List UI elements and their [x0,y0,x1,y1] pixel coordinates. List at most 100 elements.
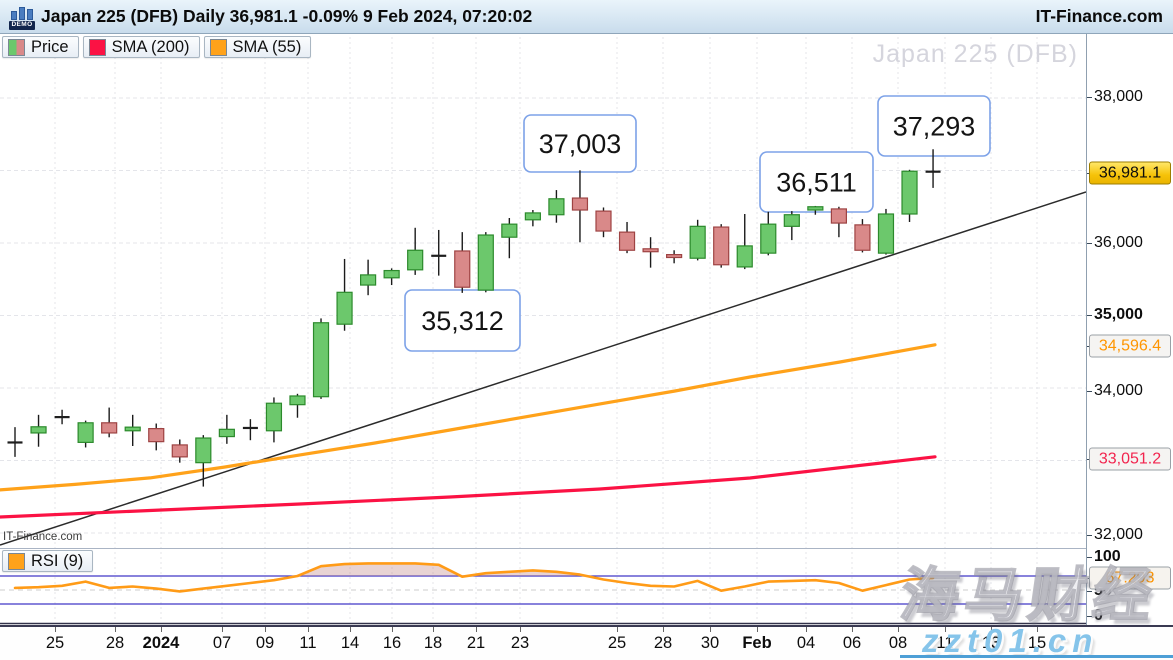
candle-up-body[interactable] [290,396,305,405]
legend-sma55[interactable]: SMA (55) [204,36,312,58]
candle-up-body[interactable] [690,226,705,258]
current-price-box: 36,981.1 [1089,162,1171,185]
candle-up-body[interactable] [478,235,493,290]
legend-rsi[interactable]: RSI (9) [2,550,93,572]
candle-up-body[interactable] [525,213,540,220]
axis-tick [1087,535,1092,536]
time-axis-tick [806,627,807,632]
price-swatch-icon [8,39,25,56]
candle-up-body[interactable] [361,275,376,285]
candle-up-body[interactable] [878,214,893,253]
legend-row: Price SMA (200) SMA (55) [2,36,311,58]
legend-price-label: Price [31,38,69,57]
candle-up-body[interactable] [78,423,93,443]
candle-up-body[interactable] [384,271,399,278]
candle-down-body[interactable] [667,255,682,258]
candle-up-body[interactable] [31,427,46,433]
axis-tick [1087,315,1092,316]
candle-up-body[interactable] [266,403,281,431]
candle-doji-body[interactable] [8,441,23,443]
mini-candles-icon [11,7,33,20]
annotation-label: 37,293 [893,112,976,142]
candle-up-body[interactable] [761,224,776,253]
time-axis-label: 28 [654,634,672,653]
legend-price[interactable]: Price [2,36,79,58]
candle-up-body[interactable] [502,224,517,237]
time-axis-tick [55,627,56,632]
time-axis-tick [852,627,853,632]
candle-down-body[interactable] [855,225,870,250]
time-axis-label: 14 [341,634,359,653]
time-axis-tick [433,627,434,632]
candle-down-body[interactable] [172,445,187,457]
candle-up-body[interactable] [314,323,329,397]
candle-down-body[interactable] [102,423,117,433]
time-axis-tick [222,627,223,632]
time-axis-tick [520,627,521,632]
legend-sma200[interactable]: SMA (200) [83,36,200,58]
candle-down-body[interactable] [643,249,658,252]
time-axis-tick [476,627,477,632]
sma-55-line [0,345,935,490]
candle-up-body[interactable] [196,438,211,463]
chart-title-watermark: Japan 225 (DFB) [873,40,1078,69]
time-axis-label: 11 [299,634,316,653]
candle-up-body[interactable] [219,429,234,436]
rsi-line [15,563,933,591]
candle-doji-body[interactable] [55,416,70,418]
annotation-box[interactable] [760,152,873,212]
time-axis-label: 18 [424,634,442,653]
price-axis[interactable]: 38,00036,00035,00034,00032,00010050036,9… [1086,34,1173,625]
brand-label: IT-Finance.com [1036,6,1163,27]
annotation-label: 35,312 [421,306,504,336]
rsi-overbought-fill [15,563,933,591]
candle-up-body[interactable] [408,250,423,270]
legend-rsi-label: RSI (9) [31,552,83,571]
candle-up-body[interactable] [125,427,140,431]
provider-watermark: IT-Finance.com [3,531,82,543]
candle-down-body[interactable] [149,429,164,442]
candle-up-body[interactable] [784,215,799,227]
demo-badge-icon: DEMO [10,4,34,30]
time-axis-tick [757,627,758,632]
annotation-label: 37,003 [539,129,622,159]
annotation-box[interactable] [405,290,520,351]
candle-down-body[interactable] [714,227,729,265]
time-axis-label: 2024 [143,634,180,653]
time-axis-label: 16 [383,634,401,653]
axis-tick [1087,97,1092,98]
price-axis-label: 35,000 [1094,306,1143,324]
candle-doji-body[interactable] [431,255,446,257]
candle-down-body[interactable] [572,198,587,210]
candle-doji-body[interactable] [926,171,941,173]
candle-down-body[interactable] [831,209,846,223]
annotation-box[interactable] [524,115,636,172]
candle-down-body[interactable] [620,232,635,250]
candle-down-body[interactable] [596,211,611,231]
price-axis-label: 36,000 [1094,234,1143,252]
legend-sma200-label: SMA (200) [112,38,190,57]
time-axis-label: 04 [797,634,815,653]
time-axis-label: 23 [511,634,529,653]
candle-up-body[interactable] [737,246,752,267]
time-axis-label: 25 [608,634,626,653]
time-axis-label: 21 [467,634,485,653]
candle-up-body[interactable] [337,292,352,324]
candle-doji-body[interactable] [243,427,258,429]
price-chart-canvas[interactable]: 35,312 37,003 36,511 37,293 [0,34,1086,625]
price-axis-label: 38,000 [1094,88,1143,106]
candle-down-body[interactable] [455,251,470,287]
price-axis-label: 34,000 [1094,382,1143,400]
legend-sma55-label: SMA (55) [233,38,302,57]
annotation-label: 36,511 [776,168,857,198]
trendline[interactable] [0,192,1086,545]
chart-window: 35,312 37,003 36,511 37,293 Price SMA (200)… [0,0,1173,660]
annotation-box[interactable] [878,96,990,156]
candle-up-body[interactable] [902,171,917,214]
candle-up-body[interactable] [808,207,823,210]
candle-up-body[interactable] [549,199,564,215]
time-axis-tick [617,627,618,632]
indicator-value-box: 34,596.4 [1089,335,1171,358]
time-axis-tick [308,627,309,632]
time-axis-label: Feb [742,634,771,653]
